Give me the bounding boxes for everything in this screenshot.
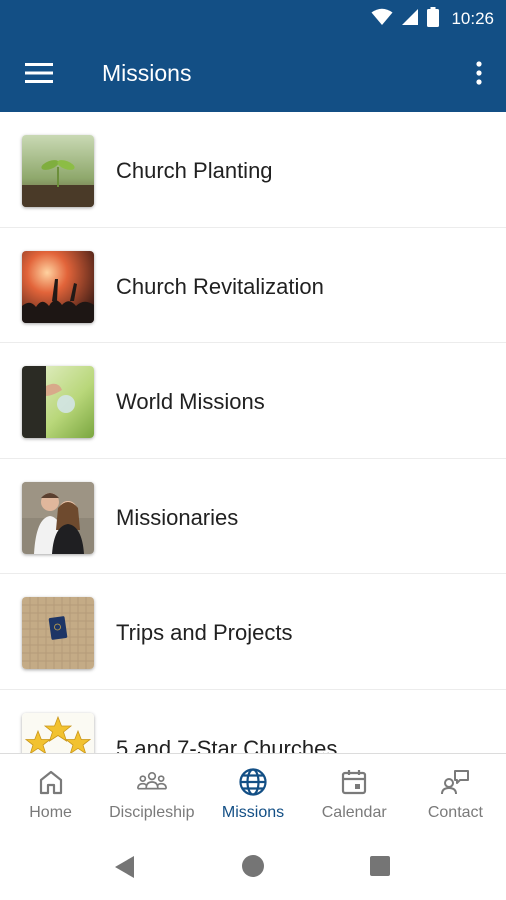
passport-on-burlap-photo — [22, 597, 94, 669]
home-icon — [36, 767, 66, 797]
list-item-star-churches[interactable]: 5 and 7-Star Churches — [0, 690, 506, 754]
contact-icon — [440, 767, 470, 797]
list-item-label: Church Revitalization — [116, 273, 324, 299]
couple-portrait-photo — [22, 481, 94, 554]
nav-item-calendar[interactable]: Calendar — [304, 754, 405, 833]
list-item-label: Church Planting — [116, 158, 273, 183]
battery-icon — [427, 6, 440, 32]
list-item-trips-and-projects[interactable]: Trips and Projects — [0, 574, 506, 690]
menu-icon — [25, 62, 53, 88]
globe-icon — [238, 767, 268, 797]
home-circle-icon[interactable] — [242, 855, 264, 877]
list-item-missionaries[interactable]: Missionaries — [0, 459, 506, 574]
bottom-navigation: Home Discipleship Missions Calendar Cont… — [0, 753, 506, 833]
nav-item-missions[interactable]: Missions — [202, 754, 303, 833]
back-icon[interactable] — [114, 855, 136, 884]
missions-list: Church Planting Church Revitalization Wo — [0, 112, 506, 753]
app-bar: Missions — [0, 38, 506, 112]
status-time: 10:26 — [451, 9, 494, 28]
nav-label-home: Home — [29, 804, 72, 821]
status-icons: 10:26 — [371, 6, 494, 32]
nav-item-discipleship[interactable]: Discipleship — [101, 754, 202, 833]
list-item-label: World Missions — [116, 389, 265, 414]
more-options-button[interactable] — [466, 58, 492, 92]
list-item-world-missions[interactable]: World Missions — [0, 343, 506, 459]
recents-icon[interactable] — [370, 856, 390, 876]
calendar-icon — [339, 767, 369, 797]
nav-label-contact: Contact — [427, 804, 483, 821]
status-bar: 10:26 — [0, 0, 506, 38]
nav-label-discipleship: Discipleship — [109, 804, 195, 821]
more-vert-icon — [476, 60, 482, 90]
cell-signal-icon — [401, 8, 419, 31]
people-group-icon — [136, 767, 167, 797]
list-item-label: Trips and Projects — [116, 620, 293, 645]
person-holding-globe-photo — [22, 366, 94, 438]
list-item-label: Missionaries — [116, 504, 239, 530]
page-title: Missions — [102, 60, 192, 86]
system-navigation-bar — [0, 833, 506, 900]
wifi-icon — [371, 8, 393, 31]
gold-stars-graphic — [22, 712, 94, 753]
nav-item-home[interactable]: Home — [0, 754, 101, 833]
menu-button[interactable] — [18, 58, 60, 92]
nav-item-contact[interactable]: Contact — [405, 754, 506, 833]
seedling-photo — [22, 135, 94, 207]
nav-label-calendar: Calendar — [321, 804, 387, 821]
list-item-label: 5 and 7-Star Churches — [116, 735, 338, 754]
list-item-church-revitalization[interactable]: Church Revitalization — [0, 228, 506, 343]
worship-concert-photo — [22, 250, 94, 323]
list-item-church-planting[interactable]: Church Planting — [0, 112, 506, 228]
nav-label-missions: Missions — [221, 804, 285, 821]
